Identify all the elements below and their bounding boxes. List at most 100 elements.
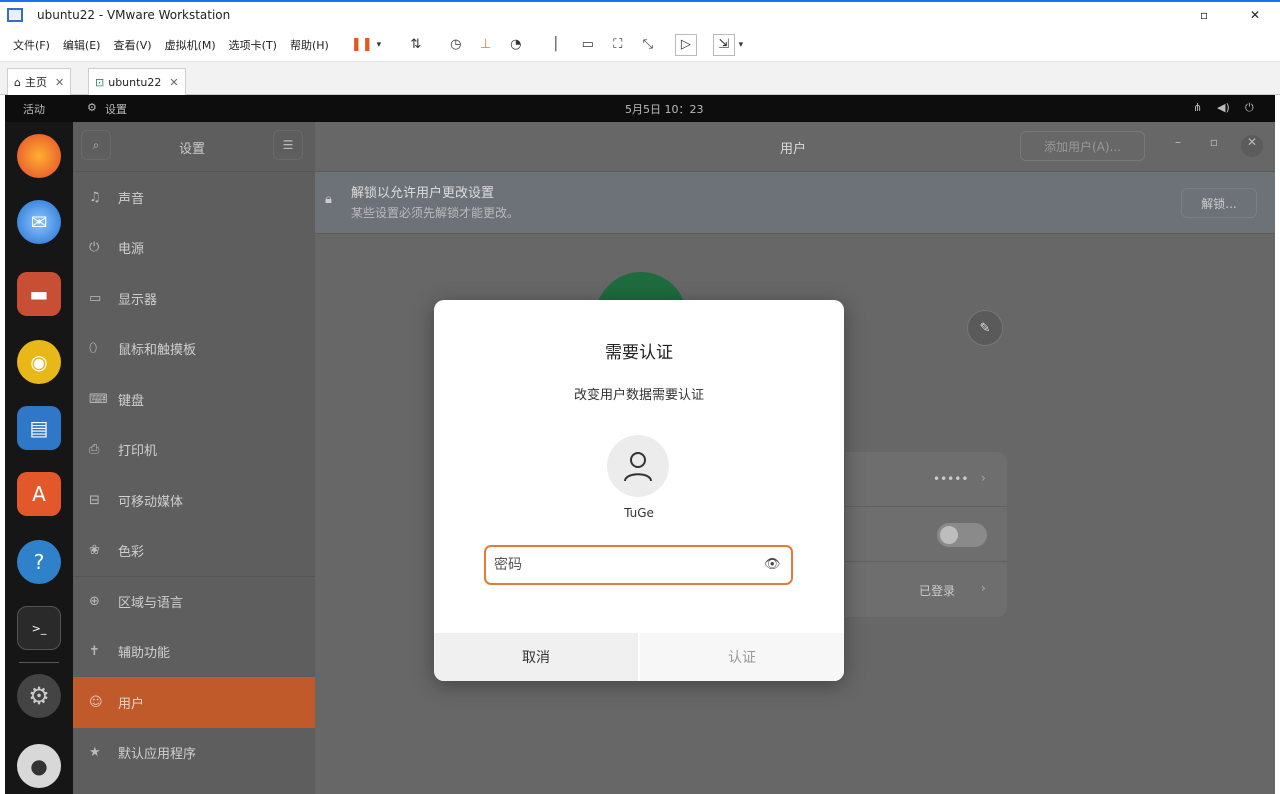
menu-help[interactable]: 帮助(H) bbox=[290, 37, 329, 53]
menu-view[interactable]: 查看(V) bbox=[113, 37, 151, 53]
files-icon[interactable]: ▬ bbox=[17, 272, 61, 316]
vmware-logo-icon bbox=[7, 8, 23, 22]
rhythmbox-icon[interactable]: ◉ bbox=[17, 340, 61, 384]
hamburger-menu-icon[interactable]: ☰ bbox=[273, 130, 303, 160]
mouse-icon: ⬯ bbox=[89, 341, 98, 357]
sidebar-header: ⌕ 设置 ☰ bbox=[73, 122, 315, 172]
gear-icon: ⚙ bbox=[87, 101, 97, 114]
sidebar-item-power[interactable]: ⏻ 电源 bbox=[73, 223, 315, 274]
password-dots: ••••• bbox=[933, 472, 969, 486]
password-row[interactable]: ••••• › bbox=[845, 452, 1007, 507]
password-input[interactable] bbox=[494, 553, 754, 577]
page-title: 用户 bbox=[780, 142, 807, 157]
help-icon[interactable]: ? bbox=[17, 540, 61, 584]
no-autofit-icon[interactable]: ⤡ bbox=[637, 34, 659, 56]
revert-snapshot-icon[interactable]: ⊥ bbox=[475, 34, 497, 56]
dvd-icon[interactable]: ● bbox=[17, 744, 61, 788]
sidebar-item-default-apps[interactable]: ★ 默认应用程序 bbox=[73, 728, 315, 779]
lock-icon: 🔒︎ bbox=[325, 192, 332, 207]
vmware-title-bar: ubuntu22 - VMware Workstation ▫ ✕ bbox=[0, 0, 1280, 28]
network-icon[interactable]: ⋔ bbox=[1193, 101, 1202, 114]
monitor-icon: ▭ bbox=[89, 290, 102, 306]
menu-tabs[interactable]: 选项卡(T) bbox=[229, 37, 277, 53]
menu-edit[interactable]: 编辑(E) bbox=[63, 37, 101, 53]
auth-dialog: 需要认证 改变用户数据需要认证 TuGe 👁︎ 取消 认证 bbox=[434, 300, 844, 681]
sidebar-item-removable-media[interactable]: ⊟ 可移动媒体 bbox=[73, 475, 315, 526]
gnome-top-bar: 活动 ⚙ 设置 5月5日 10：23 ⋔ ◀) ⏻ bbox=[5, 95, 1275, 122]
sidebar-item-displays[interactable]: ▭ 显示器 bbox=[73, 273, 315, 324]
tab-ubuntu22-label: ubuntu22 bbox=[108, 75, 162, 89]
minimize-icon[interactable]: – bbox=[1167, 135, 1189, 157]
sidebar-item-accessibility[interactable]: ✝ 辅助功能 bbox=[73, 627, 315, 678]
auto-login-toggle[interactable] bbox=[937, 523, 987, 547]
pause-dropdown-icon[interactable]: ▾ bbox=[373, 34, 385, 56]
globe-icon: ⊕ bbox=[89, 594, 100, 610]
terminal-icon[interactable]: >_ bbox=[17, 606, 61, 650]
dialog-username: TuGe bbox=[624, 506, 654, 520]
send-keys-icon[interactable]: ⇅ bbox=[405, 34, 427, 56]
app-menu-label[interactable]: 设置 bbox=[105, 101, 127, 117]
add-user-button[interactable]: 添加用户(A)... bbox=[1020, 131, 1145, 161]
volume-icon[interactable]: ◀) bbox=[1217, 101, 1230, 114]
edit-pencil-icon[interactable]: ✎ bbox=[967, 310, 1003, 346]
dialog-title: 需要认证 bbox=[605, 343, 673, 363]
power-icon: ⏻ bbox=[89, 240, 100, 256]
account-activity-row[interactable]: 已登录 › bbox=[845, 562, 1007, 617]
sidebar-item-sound[interactable]: ♫ 声音 bbox=[73, 172, 315, 223]
maximize-icon[interactable]: ▫ bbox=[1203, 135, 1225, 157]
home-icon: ⌂ bbox=[14, 75, 21, 89]
media-icon: ⊟ bbox=[89, 492, 100, 508]
pause-icon[interactable]: ❚❚ bbox=[351, 34, 373, 56]
tab-home-label: 主页 bbox=[24, 76, 47, 89]
printer-icon: ⎙ bbox=[89, 442, 100, 458]
activities-button[interactable]: 活动 bbox=[23, 101, 45, 117]
tab-home[interactable]: ⌂ 主页 ✕ bbox=[7, 68, 72, 95]
settings-gear-icon[interactable]: ⚙ bbox=[17, 674, 61, 718]
unlock-button[interactable]: 解锁... bbox=[1181, 188, 1257, 218]
firefox-icon[interactable] bbox=[17, 134, 61, 178]
restore-icon[interactable]: ▫ bbox=[1200, 8, 1208, 22]
console-view-icon[interactable]: ▷ bbox=[674, 33, 697, 56]
banner-subtitle: 某些设置必须先解锁才能更改。 bbox=[351, 206, 520, 220]
writer-icon[interactable]: ▤ bbox=[17, 406, 61, 450]
tab-ubuntu22[interactable]: ⊡ ubuntu22 ✕ bbox=[88, 68, 186, 95]
thunderbird-icon[interactable]: ✉ bbox=[17, 200, 61, 244]
snapshot-manager-icon[interactable]: ◔ bbox=[505, 34, 527, 56]
vmware-menubar: 文件(F) 编辑(E) 查看(V) 虚拟机(M) 选项卡(T) 帮助(H) ❚❚… bbox=[0, 28, 1280, 62]
sidebar-item-region[interactable]: ⊕ 区域与语言 bbox=[73, 576, 315, 627]
app-center-icon[interactable]: A bbox=[17, 472, 61, 516]
window-title: ubuntu22 - VMware Workstation bbox=[37, 8, 231, 22]
accessibility-icon: ✝ bbox=[89, 644, 100, 660]
fullscreen-icon[interactable]: ▭ bbox=[577, 34, 599, 56]
sidebar-item-users[interactable]: ☺ 用户 bbox=[73, 677, 315, 728]
menu-vm[interactable]: 虚拟机(M) bbox=[165, 37, 216, 53]
view-dropdown-icon[interactable]: ▾ bbox=[735, 34, 747, 56]
authenticate-button[interactable]: 认证 bbox=[640, 633, 844, 681]
cancel-button[interactable]: 取消 bbox=[434, 633, 640, 681]
sidebar-title: 设置 bbox=[179, 142, 206, 157]
close-tab-icon[interactable]: ✕ bbox=[169, 76, 178, 89]
sidebar-item-mouse[interactable]: ⬯ 鼠标和触摸板 bbox=[73, 324, 315, 375]
search-icon[interactable]: ⌕ bbox=[81, 130, 111, 160]
close-tab-icon[interactable]: ✕ bbox=[55, 76, 64, 89]
menu-file[interactable]: 文件(F) bbox=[13, 37, 50, 53]
sidebar-item-keyboard[interactable]: ⌨ 键盘 bbox=[73, 374, 315, 425]
dialog-buttons: 取消 认证 bbox=[434, 633, 844, 681]
close-window-icon[interactable]: ✕ bbox=[1250, 8, 1260, 22]
sidebar-item-color[interactable]: ❀ 色彩 bbox=[73, 526, 315, 577]
power-menu-icon[interactable]: ⏻ bbox=[1245, 101, 1254, 115]
star-icon: ★ bbox=[89, 745, 101, 761]
close-icon[interactable]: ✕ bbox=[1241, 135, 1263, 157]
auto-login-row bbox=[845, 507, 1007, 562]
banner-title: 解锁以允许用户更改设置 bbox=[351, 186, 495, 201]
user-icon: ☺ bbox=[89, 694, 103, 710]
vm-icon: ⊡ bbox=[95, 75, 105, 89]
unity-icon[interactable]: ⛶ bbox=[607, 34, 629, 56]
show-password-icon[interactable]: 👁︎ bbox=[764, 557, 781, 572]
sidebar-item-printers[interactable]: ⎙ 打印机 bbox=[73, 425, 315, 476]
clock[interactable]: 5月5日 10：23 bbox=[625, 101, 704, 117]
stretch-view-icon[interactable]: ⇲ bbox=[712, 33, 735, 56]
snapshot-icon[interactable]: ◷ bbox=[445, 34, 467, 56]
sidebar-toggle-icon[interactable]: │ bbox=[545, 34, 567, 56]
dock-separator bbox=[19, 662, 59, 663]
